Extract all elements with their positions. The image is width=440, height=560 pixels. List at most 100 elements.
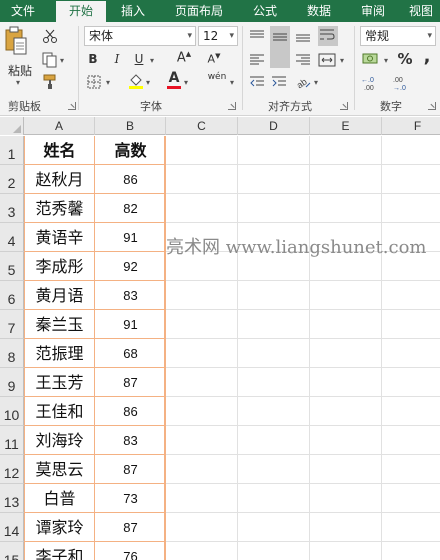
- fill-color-button[interactable]: [128, 72, 144, 90]
- cell-score[interactable]: 73: [95, 484, 166, 513]
- orientation-dropdown-arrow[interactable]: ▾: [314, 78, 318, 87]
- row-header[interactable]: 1: [0, 136, 24, 165]
- row-header[interactable]: 5: [0, 252, 24, 281]
- cell-name[interactable]: 刘海玲: [24, 426, 95, 455]
- row-header[interactable]: 8: [0, 339, 24, 368]
- format-painter-button[interactable]: [42, 74, 58, 90]
- copy-dropdown-arrow[interactable]: ▾: [60, 56, 64, 65]
- paste-dropdown-arrow[interactable]: ▾: [16, 78, 20, 87]
- cell-score[interactable]: 82: [95, 194, 166, 223]
- column-header-f[interactable]: F: [382, 117, 440, 135]
- number-format-select[interactable]: 常规 ▾: [360, 26, 436, 46]
- column-header-c[interactable]: C: [166, 117, 238, 135]
- fill-color-dropdown-arrow[interactable]: ▾: [146, 78, 150, 87]
- table-header-name[interactable]: 姓名: [24, 136, 95, 165]
- row-header[interactable]: 9: [0, 368, 24, 397]
- cell-score[interactable]: 83: [95, 426, 166, 455]
- merge-dropdown-arrow[interactable]: ▾: [340, 56, 344, 65]
- cell-name[interactable]: 范秀馨: [24, 194, 95, 223]
- row-header[interactable]: 15: [0, 542, 24, 560]
- row-header[interactable]: 2: [0, 165, 24, 194]
- orientation-button[interactable]: ab: [294, 74, 312, 90]
- middle-align-button[interactable]: [270, 26, 290, 68]
- copy-button[interactable]: [42, 52, 58, 68]
- row-header[interactable]: 10: [0, 397, 24, 426]
- row-header[interactable]: 12: [0, 455, 24, 484]
- increase-indent-button[interactable]: [270, 74, 288, 90]
- cell-score[interactable]: 92: [95, 252, 166, 281]
- tab-review[interactable]: 审阅: [350, 0, 396, 22]
- font-color-dropdown-arrow[interactable]: ▾: [184, 78, 188, 87]
- font-launcher-icon[interactable]: [228, 102, 236, 110]
- wrap-text-button[interactable]: [318, 26, 338, 46]
- italic-button[interactable]: I: [110, 52, 124, 66]
- phonetic-guide-button[interactable]: wén: [204, 72, 230, 90]
- decrease-font-size-button[interactable]: A▼: [206, 52, 222, 66]
- cell-name[interactable]: 王佳和: [24, 397, 95, 426]
- tab-home[interactable]: 开始: [56, 1, 106, 22]
- row-header[interactable]: 14: [0, 513, 24, 542]
- merge-center-button[interactable]: [318, 52, 338, 68]
- borders-button[interactable]: [86, 74, 102, 90]
- accounting-format-button[interactable]: [362, 50, 382, 68]
- tab-insert[interactable]: 插入: [110, 0, 156, 22]
- cell-score[interactable]: 76: [95, 542, 166, 560]
- cell-name[interactable]: 秦兰玉: [24, 310, 95, 339]
- tab-formulas[interactable]: 公式: [242, 0, 288, 22]
- tab-page-layout[interactable]: 页面布局: [166, 0, 232, 22]
- underline-dropdown-arrow[interactable]: ▾: [150, 56, 154, 65]
- cut-button[interactable]: [42, 28, 58, 44]
- tab-view[interactable]: 视图: [402, 0, 440, 22]
- cell-name[interactable]: 谭家玲: [24, 513, 95, 542]
- row-header[interactable]: 3: [0, 194, 24, 223]
- align-right-button[interactable]: [294, 52, 312, 68]
- cell-score[interactable]: 87: [95, 455, 166, 484]
- row-header[interactable]: 13: [0, 484, 24, 513]
- column-header-d[interactable]: D: [238, 117, 310, 135]
- cell-score[interactable]: 91: [95, 310, 166, 339]
- cell-name[interactable]: 李成彤: [24, 252, 95, 281]
- cell-score[interactable]: 87: [95, 368, 166, 397]
- cell-score[interactable]: 91: [95, 223, 166, 252]
- bold-button[interactable]: B: [86, 52, 100, 66]
- font-color-button[interactable]: A: [166, 71, 182, 90]
- cell-name[interactable]: 王玉芳: [24, 368, 95, 397]
- cell-name[interactable]: 莫思云: [24, 455, 95, 484]
- cell-name[interactable]: 李子和: [24, 542, 95, 560]
- row-header[interactable]: 11: [0, 426, 24, 455]
- cell-score[interactable]: 87: [95, 513, 166, 542]
- column-header-b[interactable]: B: [95, 117, 166, 135]
- row-header[interactable]: 7: [0, 310, 24, 339]
- accounting-dropdown-arrow[interactable]: ▾: [384, 56, 388, 65]
- font-name-select[interactable]: 宋体 ▾: [84, 26, 196, 46]
- comma-style-button[interactable]: ,: [420, 46, 434, 67]
- column-header-e[interactable]: E: [310, 117, 382, 135]
- cell-score[interactable]: 86: [95, 397, 166, 426]
- bottom-align-button[interactable]: [294, 28, 312, 44]
- phonetic-dropdown-arrow[interactable]: ▾: [230, 78, 234, 87]
- cell-name[interactable]: 赵秋月: [24, 165, 95, 194]
- font-size-select[interactable]: 12 ▾: [198, 26, 238, 46]
- decrease-decimal-button[interactable]: .00 →.0: [392, 74, 416, 92]
- increase-font-size-button[interactable]: A▲: [176, 50, 192, 65]
- row-header[interactable]: 4: [0, 223, 24, 252]
- percent-style-button[interactable]: %: [396, 50, 414, 68]
- borders-dropdown-arrow[interactable]: ▾: [106, 78, 110, 87]
- align-left-button[interactable]: [248, 52, 266, 68]
- underline-button[interactable]: U: [132, 52, 146, 66]
- top-align-button[interactable]: [248, 28, 266, 44]
- cell-name[interactable]: 范振理: [24, 339, 95, 368]
- table-header-score[interactable]: 高数: [95, 136, 166, 165]
- alignment-launcher-icon[interactable]: [340, 102, 348, 110]
- column-header-a[interactable]: A: [24, 117, 95, 135]
- decrease-indent-button[interactable]: [248, 74, 266, 90]
- cell-score[interactable]: 86: [95, 165, 166, 194]
- cell-score[interactable]: 68: [95, 339, 166, 368]
- clipboard-launcher-icon[interactable]: [68, 102, 76, 110]
- cell-name[interactable]: 黄语辛: [24, 223, 95, 252]
- cell-score[interactable]: 83: [95, 281, 166, 310]
- cell-name[interactable]: 黄月语: [24, 281, 95, 310]
- tab-file[interactable]: 文件: [0, 0, 46, 22]
- tab-data[interactable]: 数据: [296, 0, 342, 22]
- increase-decimal-button[interactable]: ←.0 .00: [360, 74, 384, 92]
